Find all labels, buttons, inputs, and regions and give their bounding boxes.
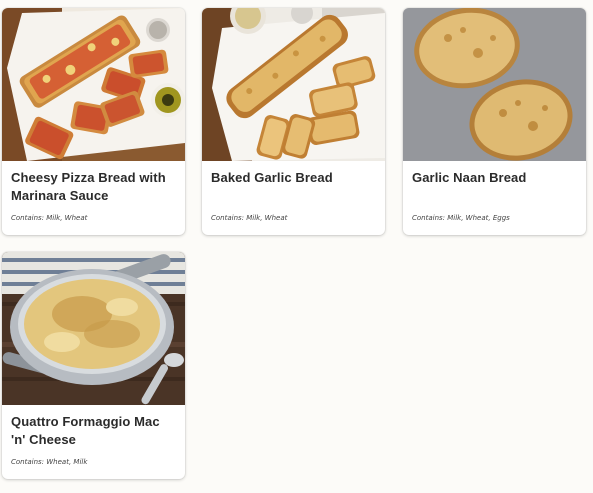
garlic-bread-photo (202, 8, 385, 161)
menu-card-mac-and-cheese[interactable]: Quattro Formaggio Mac 'n' Cheese Contain… (2, 252, 185, 479)
menu-card-title: Garlic Naan Bread (412, 170, 527, 185)
allergen-text: Contains: Milk, Wheat (211, 214, 288, 222)
menu-card-garlic-bread[interactable]: Baked Garlic Bread Contains: Milk, Wheat (202, 8, 385, 235)
allergen-text: Contains: Wheat, Milk (11, 458, 88, 466)
menu-grid: Cheesy Pizza Bread with Marinara Sauce C… (0, 0, 593, 493)
menu-card-title: Cheesy Pizza Bread with Marinara Sauce (11, 170, 166, 203)
menu-card-title: Quattro Formaggio Mac 'n' Cheese (11, 414, 160, 447)
mac-and-cheese-photo (2, 252, 185, 405)
menu-card-naan-bread[interactable]: Garlic Naan Bread Contains: Milk, Wheat,… (403, 8, 586, 235)
allergen-text: Contains: Milk, Wheat (11, 214, 88, 222)
naan-bread-photo (403, 8, 586, 161)
menu-card-title: Baked Garlic Bread (211, 170, 333, 185)
menu-card-pizza-bread[interactable]: Cheesy Pizza Bread with Marinara Sauce C… (2, 8, 185, 235)
allergen-text: Contains: Milk, Wheat, Eggs (412, 214, 510, 222)
pizza-bread-photo (2, 8, 185, 161)
